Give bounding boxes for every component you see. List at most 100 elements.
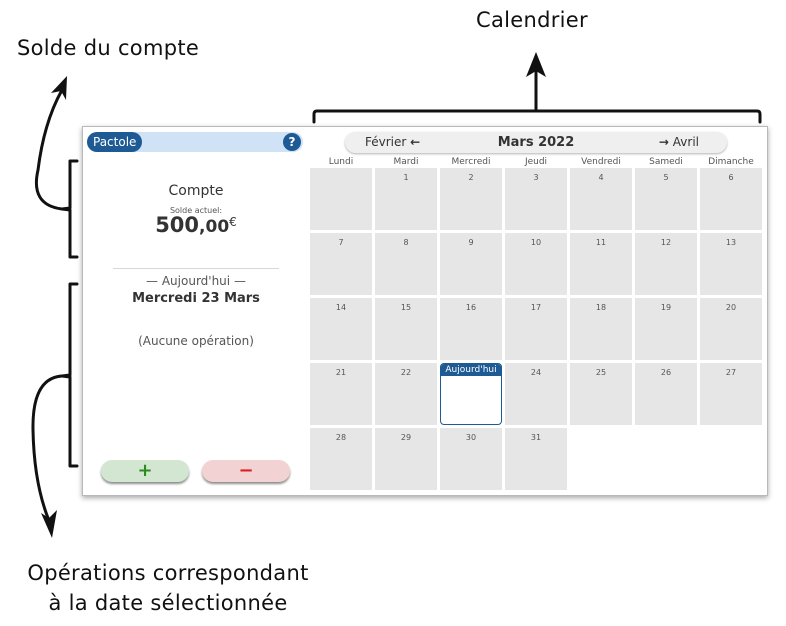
- day-number: 8: [403, 238, 409, 247]
- day-cell[interactable]: 13: [700, 233, 762, 295]
- day-cell[interactable]: 9: [440, 233, 502, 295]
- day-cell[interactable]: 30: [440, 428, 502, 490]
- currency-symbol: €: [229, 215, 237, 229]
- day-cell[interactable]: 11: [570, 233, 632, 295]
- day-cell[interactable]: 21: [310, 363, 372, 425]
- day-cell[interactable]: 16: [440, 298, 502, 360]
- day-number: 28: [335, 433, 347, 442]
- day-cell[interactable]: 14: [310, 298, 372, 360]
- day-number: 3: [533, 173, 539, 182]
- operations-bracket: [60, 282, 79, 468]
- day-cell[interactable]: 26: [635, 363, 697, 425]
- day-number: 11: [595, 238, 607, 247]
- help-icon[interactable]: ?: [283, 133, 301, 151]
- day-number: 2: [468, 173, 474, 182]
- operations-arrow-line: [31, 374, 64, 520]
- day-cell[interactable]: 19: [635, 298, 697, 360]
- day-cell[interactable]: 15: [375, 298, 437, 360]
- selected-date: Mercredi 23 Mars: [132, 291, 260, 306]
- account-panel: Pactole ? Compte Solde actuel: 500,00€ —…: [83, 127, 309, 495]
- day-number: 13: [725, 238, 737, 247]
- day-cell[interactable]: 25: [570, 363, 632, 425]
- weekday-header: Mercredi: [451, 157, 491, 167]
- day-number: 30: [465, 433, 477, 442]
- day-number: 27: [725, 368, 737, 377]
- weekday-header: Samedi: [649, 157, 683, 167]
- annotation-calendar: Calendrier: [476, 8, 588, 32]
- weekday-header: Lundi: [328, 157, 354, 167]
- weekday-header: Vendredi: [581, 157, 621, 167]
- day-number: 5: [663, 173, 669, 182]
- day-cell-today[interactable]: Aujourd'hui: [440, 363, 502, 425]
- today-label: — Aujourd'hui —: [146, 274, 246, 288]
- day-cell[interactable]: 18: [570, 298, 632, 360]
- operations-arrowhead: [41, 510, 57, 538]
- app-name[interactable]: Pactole: [87, 132, 143, 152]
- day-number: 25: [595, 368, 607, 377]
- add-operation-button[interactable]: +: [101, 460, 189, 482]
- day-cell[interactable]: 27: [700, 363, 762, 425]
- day-cell[interactable]: 31: [505, 428, 567, 490]
- next-month-label: Avril: [672, 135, 699, 149]
- balance-decimal: ,00: [199, 217, 230, 237]
- day-number: 18: [595, 303, 607, 312]
- day-cell[interactable]: 17: [505, 298, 567, 360]
- day-cell[interactable]: 22: [375, 363, 437, 425]
- day-number: 29: [400, 433, 412, 442]
- day-number: 15: [400, 303, 412, 312]
- month-navigation: Février ← Mars 2022 → Avril: [345, 132, 727, 153]
- day-number: 24: [530, 368, 542, 377]
- day-number: 7: [338, 238, 344, 247]
- balance-arrow-line: [35, 88, 64, 211]
- annotation-balance: Solde du compte: [17, 36, 200, 60]
- day-number: 31: [530, 433, 542, 442]
- calendar-arrowhead: [526, 52, 546, 77]
- app-header-bar: Pactole ?: [87, 132, 303, 152]
- account-title: Compte: [168, 183, 224, 199]
- day-number: 21: [335, 368, 347, 377]
- day-cell[interactable]: 7: [310, 233, 372, 295]
- weekday-header: Dimanche: [708, 157, 754, 167]
- annotation-operations: Opérations correspondant à la date sélec…: [0, 558, 336, 618]
- day-number: 9: [468, 238, 474, 247]
- day-cell[interactable]: 4: [570, 168, 632, 230]
- weekday-header: Jeudi: [524, 157, 548, 167]
- day-number: 17: [530, 303, 542, 312]
- day-cell[interactable]: 2: [440, 168, 502, 230]
- day-number: 14: [335, 303, 347, 312]
- day-cell[interactable]: 12: [635, 233, 697, 295]
- day-cell[interactable]: 3: [505, 168, 567, 230]
- day-number: 1: [403, 173, 409, 182]
- day-cell[interactable]: 29: [375, 428, 437, 490]
- day-number: 22: [400, 368, 412, 377]
- arrow-right-icon: →: [658, 135, 669, 149]
- day-number: 19: [660, 303, 672, 312]
- day-number: 16: [465, 303, 477, 312]
- day-number: 6: [728, 173, 734, 182]
- day-cell[interactable]: 8: [375, 233, 437, 295]
- divider: [113, 268, 279, 269]
- day-number: 12: [660, 238, 672, 247]
- day-cell[interactable]: 20: [700, 298, 762, 360]
- day-cell[interactable]: 1: [375, 168, 437, 230]
- today-badge: Aujourd'hui: [441, 364, 501, 376]
- day-cell[interactable]: 24: [505, 363, 567, 425]
- day-cell[interactable]: 28: [310, 428, 372, 490]
- day-cell[interactable]: 10: [505, 233, 567, 295]
- balance-bracket: [60, 159, 79, 259]
- app-window: Pactole ? Compte Solde actuel: 500,00€ —…: [82, 126, 768, 496]
- day-number: 26: [660, 368, 672, 377]
- no-operations-text: (Aucune opération): [138, 334, 254, 348]
- day-number: 4: [598, 173, 604, 182]
- day-number: 10: [530, 238, 542, 247]
- annotation-operations-line1: Opérations correspondant: [27, 561, 309, 585]
- weekday-header: Mardi: [393, 157, 419, 167]
- next-month-button[interactable]: → Avril: [659, 132, 699, 153]
- day-number: 20: [725, 303, 737, 312]
- day-cell[interactable]: 5: [635, 168, 697, 230]
- balance-arrowhead: [51, 76, 67, 100]
- balance-amount: 500,00€: [83, 213, 309, 237]
- remove-operation-button[interactable]: −: [202, 460, 290, 482]
- balance-integer: 500: [155, 213, 200, 237]
- day-cell[interactable]: 6: [700, 168, 762, 230]
